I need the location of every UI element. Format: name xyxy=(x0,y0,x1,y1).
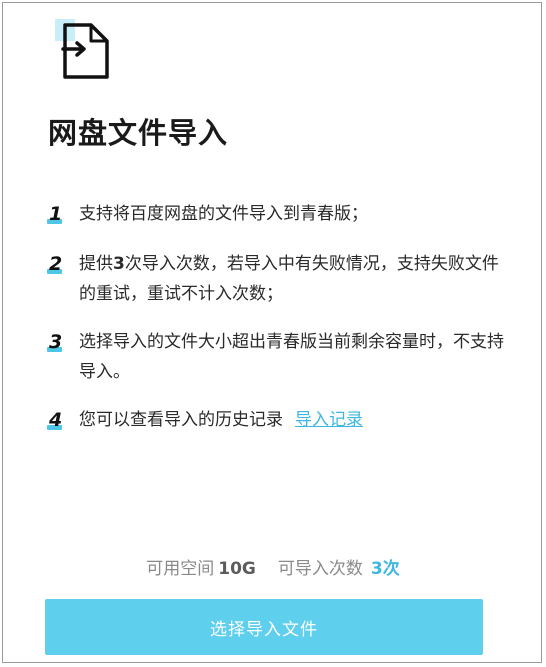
instruction-text: 选择导入的文件大小超出青春版当前剩余容量时，不支持导入。 xyxy=(79,332,504,382)
instruction-text: 您可以查看导入的历史记录 xyxy=(79,410,283,430)
page-title: 网盘文件导入 xyxy=(48,116,229,150)
file-import-icon xyxy=(55,19,109,79)
count-value: 3次 xyxy=(370,559,400,579)
instruction-text-suffix: 次导入次数，若导入中有失败情况，支持失败文件的重试，重试不计入次数； xyxy=(79,254,499,304)
retry-count: 3 xyxy=(113,254,125,274)
instruction-text: 支持将百度网盘的文件导入到青春版； xyxy=(79,204,368,224)
space-value: 10G xyxy=(218,559,256,579)
step-number: 4 xyxy=(47,409,63,431)
step-number: 2 xyxy=(47,253,63,275)
instruction-list: 1 支持将百度网盘的文件导入到青春版； 2 提供3次导入次数，若导入中有失败情况… xyxy=(47,199,507,435)
quota-status: 可用空间 10G 可导入次数 3次 xyxy=(3,554,543,579)
import-panel: 网盘文件导入 1 支持将百度网盘的文件导入到青春版； 2 提供3次导入次数，若导… xyxy=(2,2,542,663)
list-item: 4 您可以查看导入的历史记录 导入记录 xyxy=(47,405,507,435)
list-item: 2 提供3次导入次数，若导入中有失败情况，支持失败文件的重试，重试不计入次数； xyxy=(47,249,507,309)
list-item: 1 支持将百度网盘的文件导入到青春版； xyxy=(47,199,507,229)
instruction-text-prefix: 提供 xyxy=(79,254,113,274)
count-label: 可导入次数 xyxy=(277,559,363,579)
step-number: 3 xyxy=(47,331,63,353)
list-item: 3 选择导入的文件大小超出青春版当前剩余容量时，不支持导入。 xyxy=(47,327,507,387)
step-number: 1 xyxy=(47,203,63,225)
space-label: 可用空间 xyxy=(146,559,215,579)
import-history-link[interactable]: 导入记录 xyxy=(295,410,363,430)
select-files-button[interactable]: 选择导入文件 xyxy=(45,599,483,655)
